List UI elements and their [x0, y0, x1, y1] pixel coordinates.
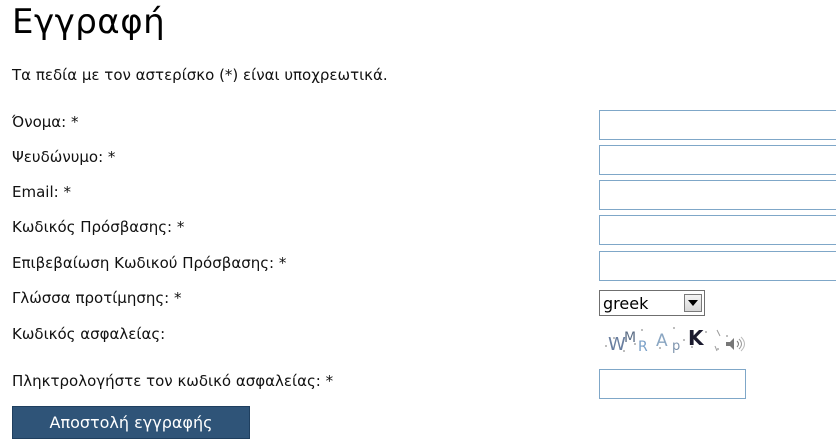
name-label: Όνομα: *: [12, 113, 79, 131]
password-confirm-input[interactable]: [599, 251, 836, 281]
captcha-char: p: [672, 339, 680, 354]
chevron-down-icon[interactable]: [684, 294, 702, 312]
page-title: Εγγραφή: [12, 2, 166, 42]
captcha-label: Κωδικός ασφαλείας:: [12, 325, 166, 343]
language-selected-value: greek: [603, 293, 649, 313]
email-label: Email: *: [12, 183, 71, 201]
captcha-char: A: [656, 331, 668, 351]
captcha-entry-input[interactable]: [599, 369, 746, 399]
email-input[interactable]: [599, 180, 836, 210]
password-input[interactable]: [599, 215, 836, 245]
required-fields-note: Τα πεδία με τον αστερίσκο (*) είναι υποχ…: [12, 66, 388, 84]
captcha-char: R: [638, 339, 648, 355]
language-select[interactable]: greek: [599, 290, 705, 316]
speaker-icon: [726, 336, 745, 352]
submit-registration-button[interactable]: Αποστολή εγγραφής: [12, 406, 250, 439]
captcha-char: M: [624, 330, 636, 346]
name-input[interactable]: [599, 110, 836, 140]
captcha-entry-label: Πληκτρολογήστε τον κωδικό ασφαλείας: *: [12, 372, 334, 390]
password-confirm-label: Επιβεβαίωση Κωδικού Πρόσβασης: *: [12, 254, 287, 272]
captcha-char: K: [688, 326, 705, 350]
username-input[interactable]: [599, 145, 836, 175]
captcha-image: W M R A p K: [605, 326, 745, 355]
password-label: Κωδικός Πρόσβασης: *: [12, 218, 185, 236]
username-label: Ψευδώνυμο: *: [12, 148, 116, 166]
language-label: Γλώσσα προτίμησης: *: [12, 289, 182, 307]
